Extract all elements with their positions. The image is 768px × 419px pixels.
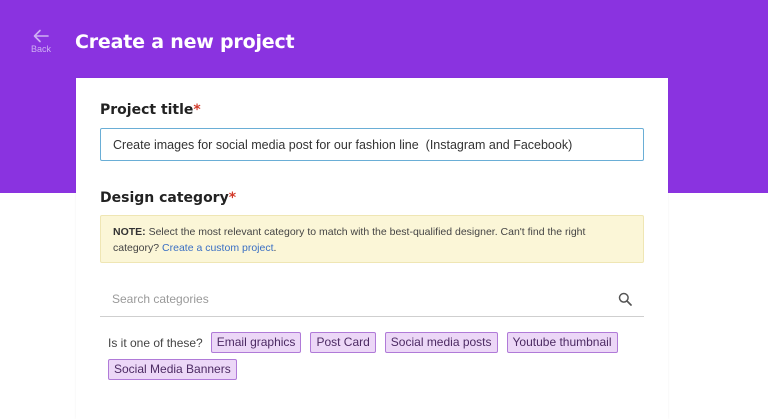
back-button[interactable]: Back	[26, 29, 56, 54]
category-note: NOTE: Select the most relevant category …	[100, 215, 644, 263]
create-project-page: Back Create a new project Project title*…	[0, 0, 768, 419]
design-category-label: Design category*	[100, 190, 236, 206]
category-chip[interactable]: Youtube thumbnail	[506, 332, 618, 353]
design-category-label-text: Design category	[100, 190, 229, 206]
arrow-left-icon	[33, 29, 49, 43]
category-chip[interactable]: Social Media Banners	[108, 359, 237, 380]
search-icon[interactable]	[618, 292, 632, 306]
note-prefix: NOTE:	[113, 226, 146, 238]
category-chip[interactable]: Email graphics	[210, 332, 302, 353]
category-search	[100, 283, 644, 317]
project-form-card: Project title* Design category* NOTE: Se…	[76, 78, 668, 419]
required-mark: *	[193, 102, 201, 118]
project-title-input[interactable]	[100, 128, 644, 161]
category-chip[interactable]: Social media posts	[384, 332, 498, 353]
page-title: Create a new project	[75, 31, 295, 53]
suggestions-label: Is it one of these?	[108, 335, 203, 350]
required-mark: *	[228, 190, 237, 206]
category-chip[interactable]: Post Card	[310, 332, 376, 353]
category-suggestions: Is it one of these? Email graphics Post …	[108, 332, 638, 380]
create-custom-project-link[interactable]: Create a custom project	[162, 242, 273, 254]
project-title-label-text: Project title	[100, 102, 194, 118]
back-label: Back	[30, 44, 51, 54]
search-categories-input[interactable]	[100, 283, 610, 315]
project-title-label: Project title*	[100, 102, 201, 118]
note-suffix: .	[273, 242, 277, 254]
